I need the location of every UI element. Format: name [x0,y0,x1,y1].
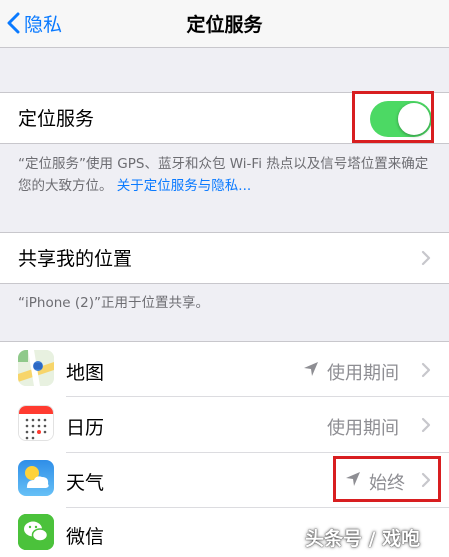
privacy-link[interactable]: 关于定位服务与隐私... [117,178,251,194]
watermark: 头条号 / 戏咆 [305,528,421,550]
app-row-calendar[interactable] [0,397,449,452]
app-row-weather[interactable] [0,453,449,507]
app-row-maps[interactable] [0,342,449,396]
location-services-footer: “定位服务”使用 GPS、蓝牙和众包 Wi-Fi 热点以及信号塔位置来确定您的大… [18,153,433,197]
navigation-bar: 隐私 定位服务 [0,0,449,48]
share-location-footer: “iPhone (2)”正用于位置共享。 [18,295,209,311]
location-services-label: 定位服务 [18,108,95,130]
share-location-label: 共享我的位置 [18,248,133,270]
page-title: 定位服务 [186,14,263,36]
chevron-right-icon [421,250,431,266]
highlight-box-toggle [352,91,434,143]
